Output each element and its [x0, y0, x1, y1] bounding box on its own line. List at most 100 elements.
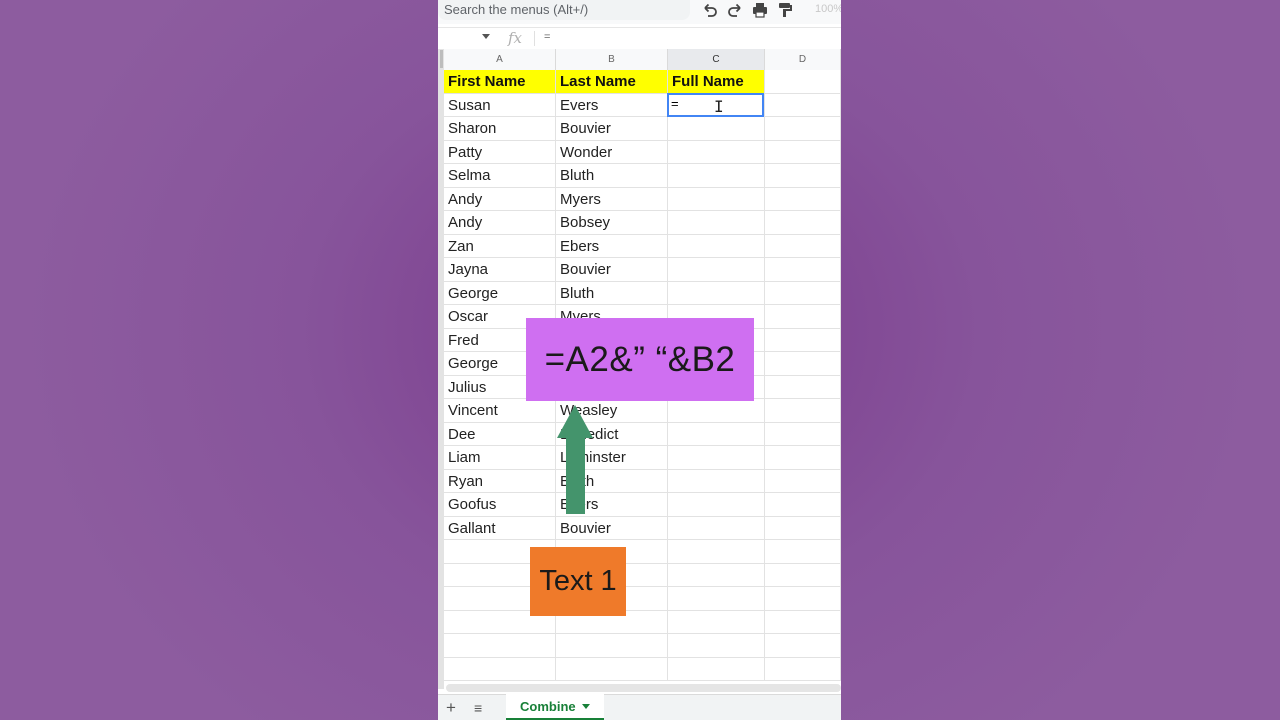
cell-a[interactable]: Liam — [444, 446, 556, 469]
cell-a[interactable]: Sharon — [444, 117, 556, 140]
cell-b[interactable]: Ebers — [556, 234, 668, 257]
cell-d[interactable] — [765, 117, 841, 140]
chevron-down-icon[interactable] — [581, 703, 590, 709]
header-cell-d[interactable] — [765, 70, 841, 93]
cell-c[interactable] — [668, 211, 765, 234]
horizontal-scrollbar[interactable] — [446, 684, 841, 692]
column-header-c[interactable]: C — [668, 49, 765, 70]
cell-a[interactable]: Andy — [444, 211, 556, 234]
cell-c[interactable] — [668, 234, 765, 257]
cell-c[interactable] — [668, 187, 765, 210]
cell-c[interactable] — [668, 117, 765, 140]
cell-b[interactable]: Bouvier — [556, 258, 668, 281]
cell-c[interactable] — [668, 634, 765, 657]
cell-d[interactable] — [765, 610, 841, 633]
cell-c[interactable] — [668, 422, 765, 445]
table-row: Dee Benedict — [444, 422, 841, 446]
cell-c[interactable] — [668, 610, 765, 633]
cell-c[interactable] — [668, 563, 765, 586]
cell-a[interactable]: Goofus — [444, 493, 556, 516]
cell-c[interactable] — [668, 281, 765, 304]
cell-a[interactable] — [444, 657, 556, 680]
cell-b[interactable]: Myers — [556, 187, 668, 210]
cell-d[interactable] — [765, 375, 841, 398]
cell-d[interactable] — [765, 422, 841, 445]
column-header-d[interactable]: D — [765, 49, 841, 70]
cell-d[interactable] — [765, 516, 841, 539]
print-icon[interactable] — [750, 0, 770, 20]
cell-a[interactable]: Andy — [444, 187, 556, 210]
cell-c[interactable] — [668, 493, 765, 516]
cell-d[interactable] — [765, 234, 841, 257]
cell-d[interactable] — [765, 140, 841, 163]
cell-c[interactable] — [668, 399, 765, 422]
cell-a[interactable]: Dee — [444, 422, 556, 445]
cell-d[interactable] — [765, 93, 841, 116]
cell-c[interactable] — [668, 587, 765, 610]
cell-d[interactable] — [765, 281, 841, 304]
redo-icon[interactable] — [725, 0, 745, 20]
cell-d[interactable] — [765, 328, 841, 351]
cell-c[interactable] — [668, 164, 765, 187]
column-header-a[interactable]: A — [444, 49, 556, 70]
cell-c[interactable] — [668, 540, 765, 563]
cell-a[interactable]: Gallant — [444, 516, 556, 539]
cell-d[interactable] — [765, 187, 841, 210]
cell-a[interactable]: Ryan — [444, 469, 556, 492]
cell-a[interactable]: Zan — [444, 234, 556, 257]
menu-search-input[interactable]: Search the menus (Alt+/) — [438, 0, 690, 20]
cell-b[interactable]: Evers — [556, 93, 668, 116]
cell-c[interactable] — [668, 258, 765, 281]
cell-a[interactable]: George — [444, 281, 556, 304]
header-cell-last-name[interactable]: Last Name — [556, 70, 668, 93]
cell-b[interactable]: Bouvier — [556, 516, 668, 539]
sheet-tab-combine[interactable]: Combine — [506, 694, 604, 720]
cell-b[interactable]: Bluth — [556, 281, 668, 304]
cell-c[interactable] — [668, 446, 765, 469]
cell-d[interactable] — [765, 258, 841, 281]
all-sheets-icon[interactable]: ≡ — [474, 700, 482, 716]
cell-a[interactable]: Jayna — [444, 258, 556, 281]
cell-b[interactable]: Wonder — [556, 140, 668, 163]
cell-c[interactable] — [668, 469, 765, 492]
cell-d[interactable] — [765, 469, 841, 492]
cell-d[interactable] — [765, 352, 841, 375]
zoom-level[interactable]: 100% — [815, 3, 841, 15]
cell-d[interactable] — [765, 563, 841, 586]
cell-a[interactable]: Susan — [444, 93, 556, 116]
header-cell-full-name[interactable]: Full Name — [668, 70, 765, 93]
cell-d[interactable] — [765, 164, 841, 187]
table-row: Susan Evers — [444, 93, 841, 117]
undo-icon[interactable] — [700, 0, 720, 20]
cell-d[interactable] — [765, 540, 841, 563]
cell-d[interactable] — [765, 657, 841, 680]
cell-d[interactable] — [765, 634, 841, 657]
paint-format-icon[interactable] — [775, 0, 795, 20]
cell-a[interactable]: Selma — [444, 164, 556, 187]
table-row: Sharon Bouvier — [444, 117, 841, 141]
cell-d[interactable] — [765, 305, 841, 328]
cell-b[interactable]: Bouvier — [556, 117, 668, 140]
cell-a[interactable]: Vincent — [444, 399, 556, 422]
cell-d[interactable] — [765, 211, 841, 234]
header-cell-first-name[interactable]: First Name — [444, 70, 556, 93]
cell-b[interactable] — [556, 657, 668, 680]
column-header-b[interactable]: B — [556, 49, 668, 70]
cell-a[interactable] — [444, 634, 556, 657]
cell-input[interactable]: = — [671, 96, 679, 111]
name-box-dropdown-icon[interactable] — [482, 34, 490, 39]
cell-c[interactable] — [668, 516, 765, 539]
add-sheet-icon[interactable]: + — [446, 698, 456, 718]
cell-b[interactable] — [556, 634, 668, 657]
cell-a[interactable]: Patty — [444, 140, 556, 163]
cell-b[interactable]: Bobsey — [556, 211, 668, 234]
cell-d[interactable] — [765, 493, 841, 516]
cell-c[interactable] — [668, 140, 765, 163]
cell-d[interactable] — [765, 587, 841, 610]
cell-d[interactable] — [765, 399, 841, 422]
formula-bar: fx = — [438, 27, 841, 51]
cell-d[interactable] — [765, 446, 841, 469]
cell-c[interactable] — [668, 657, 765, 680]
cell-b[interactable]: Bluth — [556, 164, 668, 187]
formula-input[interactable]: = — [544, 31, 550, 43]
